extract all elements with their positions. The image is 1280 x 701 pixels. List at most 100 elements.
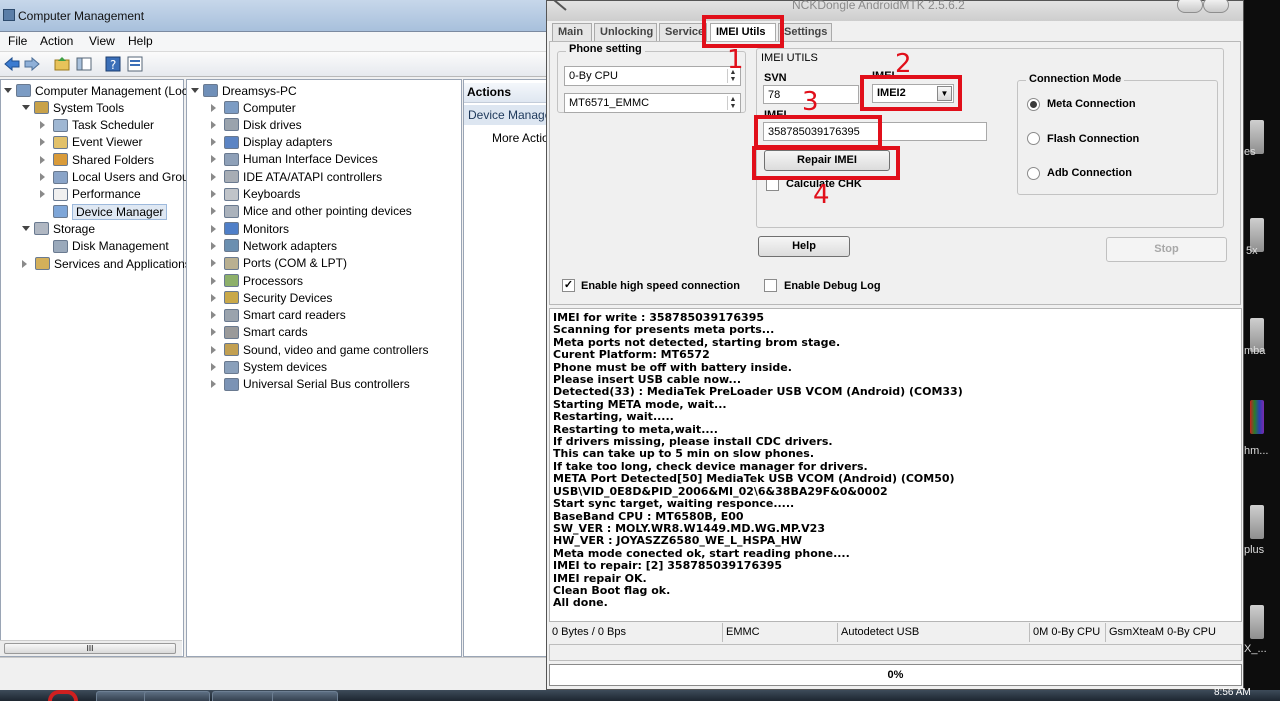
device-category[interactable]: Security Devices (211, 289, 332, 306)
device-category[interactable]: Monitors (211, 220, 289, 237)
expand-arrow-icon[interactable] (211, 120, 220, 129)
opera-icon[interactable] (48, 690, 78, 701)
imei-slot-select[interactable]: IMEI2 ▼ (872, 84, 954, 103)
device-category[interactable]: Disk drives (211, 116, 302, 133)
tree-item[interactable]: System Tools (22, 99, 124, 116)
clock[interactable]: 8:56 AM (1214, 687, 1251, 698)
horizontal-scrollbar[interactable]: III (0, 640, 182, 656)
desktop-shortcut-icon[interactable] (1250, 605, 1264, 639)
taskbar-button[interactable] (144, 691, 210, 701)
tree-item[interactable]: Disk Management (40, 238, 169, 255)
expand-arrow-icon[interactable] (211, 241, 220, 250)
expand-arrow-icon[interactable] (40, 173, 49, 181)
tree-item[interactable]: Performance (40, 186, 141, 203)
device-category[interactable]: Human Interface Devices (211, 151, 378, 168)
tree-item[interactable]: Shared Folders (40, 151, 154, 168)
expand-arrow-icon[interactable] (40, 138, 49, 147)
title-bar[interactable]: Computer Management (0, 0, 546, 32)
expand-arrow-icon[interactable] (211, 224, 220, 233)
tree-item[interactable]: Local Users and Groups (40, 169, 201, 186)
scrollbar-thumb[interactable]: III (4, 643, 176, 654)
properties-icon[interactable] (127, 56, 143, 72)
tree-item[interactable]: Services and Applications (22, 255, 191, 272)
expand-arrow-icon[interactable] (211, 380, 220, 389)
expanded-arrow-icon[interactable] (22, 105, 30, 114)
menu-file[interactable]: File (8, 34, 27, 48)
imei-input[interactable]: 358785039176395 (763, 122, 987, 141)
tree-item[interactable]: Storage (22, 220, 95, 237)
flash-connection-radio[interactable] (1027, 132, 1040, 145)
winrar-icon[interactable] (1250, 400, 1264, 434)
actions-section-device-manager[interactable]: Device Manager (464, 105, 548, 125)
expand-arrow-icon[interactable] (40, 155, 49, 164)
chevron-down-icon[interactable]: ▼ (937, 86, 952, 101)
desktop-shortcut-icon[interactable] (1250, 505, 1264, 539)
expand-arrow-icon[interactable] (211, 311, 220, 320)
expanded-arrow-icon[interactable] (22, 226, 30, 235)
tab-imei-utils[interactable]: IMEI Utils (710, 23, 776, 42)
forward-arrow-icon[interactable] (24, 56, 40, 72)
expand-arrow-icon[interactable] (40, 121, 49, 130)
menu-view[interactable]: View (89, 34, 115, 48)
calculate-chk-checkbox[interactable] (766, 178, 779, 191)
expand-arrow-icon[interactable] (40, 190, 49, 199)
tree-item[interactable]: Device Manager (40, 203, 168, 220)
expand-arrow-icon[interactable] (211, 328, 220, 337)
meta-connection-radio[interactable] (1027, 98, 1040, 111)
expand-arrow-icon[interactable] (211, 363, 220, 371)
expand-arrow-icon[interactable] (211, 345, 220, 354)
device-category[interactable]: Smart cards (211, 324, 308, 341)
expand-arrow-icon[interactable] (22, 259, 31, 268)
expand-arrow-icon[interactable] (211, 259, 220, 268)
device-category[interactable]: System devices (211, 359, 327, 376)
close-button[interactable] (1203, 0, 1229, 13)
help-button[interactable]: Help (758, 236, 850, 257)
device-category[interactable]: Sound, video and game controllers (211, 341, 428, 358)
taskbar-button[interactable] (212, 691, 278, 701)
tree-item[interactable]: Task Scheduler (40, 117, 154, 134)
device-category[interactable]: Computer (211, 99, 296, 116)
device-category[interactable]: Processors (211, 272, 303, 289)
cpu-select[interactable]: 0-By CPU ▲ ▼ (564, 66, 741, 86)
menu-help[interactable]: Help (128, 34, 153, 48)
device-tree-root[interactable]: Dreamsys-PC (191, 82, 297, 99)
device-category[interactable]: Display adapters (211, 134, 332, 151)
adb-connection-radio[interactable] (1027, 167, 1040, 180)
menu-action[interactable]: Action (40, 34, 73, 48)
back-arrow-icon[interactable] (4, 56, 20, 72)
high-speed-checkbox[interactable]: ✓ (562, 279, 575, 292)
tab-settings[interactable]: Settings (778, 23, 832, 42)
taskbar-button-computer-management[interactable] (272, 691, 338, 701)
expanded-arrow-icon[interactable] (191, 88, 199, 97)
tree-item[interactable]: Event Viewer (40, 134, 142, 151)
tree-item[interactable]: Computer Management (Local (4, 82, 197, 99)
device-category[interactable]: Ports (COM & LPT) (211, 255, 347, 272)
debug-log-checkbox[interactable] (764, 279, 777, 292)
expand-arrow-icon[interactable] (211, 103, 220, 112)
device-category[interactable]: Smart card readers (211, 307, 346, 324)
expand-arrow-icon[interactable] (211, 155, 220, 164)
repair-imei-button[interactable]: Repair IMEI (764, 150, 890, 171)
expand-arrow-icon[interactable] (211, 138, 220, 147)
device-category[interactable]: Keyboards (211, 186, 300, 203)
log-output[interactable]: IMEI for write : 358785039176395 Scanning… (549, 308, 1242, 622)
tab-main[interactable]: Main (552, 23, 592, 42)
device-category[interactable]: Network adapters (211, 237, 337, 254)
tab-service[interactable]: Service (659, 23, 707, 42)
device-category[interactable]: Universal Serial Bus controllers (211, 376, 410, 393)
expand-arrow-icon[interactable] (211, 172, 220, 181)
expand-arrow-icon[interactable] (211, 293, 220, 302)
expanded-arrow-icon[interactable] (4, 88, 12, 97)
device-category[interactable]: Mice and other pointing devices (211, 203, 412, 220)
show-hide-tree-icon[interactable] (76, 56, 92, 72)
platform-select[interactable]: MT6571_EMMC ▲ ▼ (564, 93, 741, 113)
up-folder-icon[interactable] (54, 56, 70, 72)
nck-title-bar[interactable]: NCKDongle AndroidMTK 2.5.6.2 (547, 0, 1243, 21)
tab-unlocking[interactable]: Unlocking (594, 23, 657, 42)
help-icon[interactable]: ? (105, 56, 121, 72)
stop-button[interactable]: Stop (1106, 237, 1227, 262)
maximize-button[interactable] (1177, 0, 1203, 13)
expand-arrow-icon[interactable] (211, 190, 220, 198)
expand-arrow-icon[interactable] (211, 276, 220, 285)
expand-arrow-icon[interactable] (211, 207, 220, 216)
